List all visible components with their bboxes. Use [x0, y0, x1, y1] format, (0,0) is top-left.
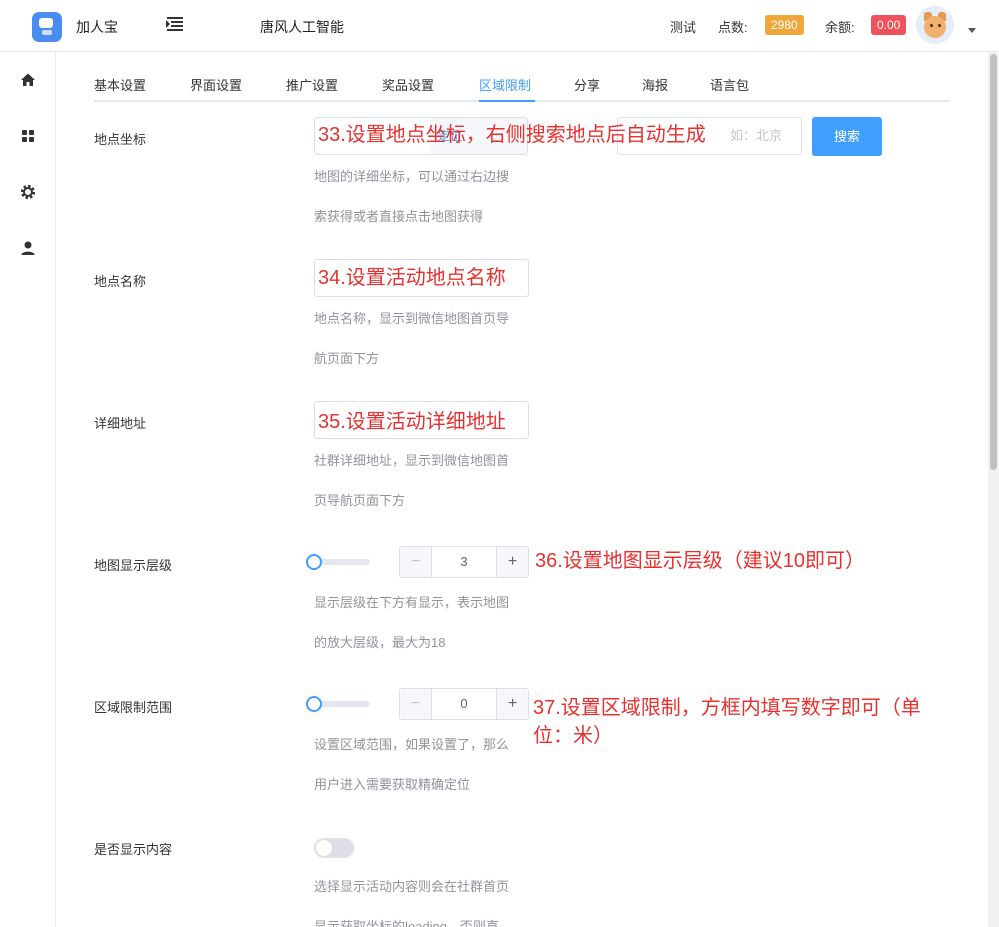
address-label: 详细地址: [94, 416, 147, 431]
map-zoom-value[interactable]: 3: [432, 547, 496, 577]
show-content-helper-line-2: 显示获取坐标的loading，否则直: [314, 919, 499, 927]
tab-poster[interactable]: 海报: [642, 75, 668, 94]
address-helper-line-1: 社群详细地址，显示到微信地图首: [314, 453, 510, 468]
annotation-33: 33.设置地点坐标，右侧搜索地点后自动生成: [318, 124, 706, 146]
company-name: 唐风人工智能: [260, 19, 344, 35]
show-content-toggle[interactable]: [314, 838, 354, 858]
coordinate-helper-line-1: 地图的详细坐标，可以通过右边搜: [314, 169, 510, 184]
area-limit-slider-track[interactable]: [314, 701, 370, 707]
map-zoom-increment-button[interactable]: +: [496, 547, 528, 577]
balance-badge: 0.00: [871, 15, 907, 35]
top-header: 加人宝 唐风人工智能 测试 点数: 2980 余额: 0.00: [0, 0, 999, 52]
tab-prize-settings[interactable]: 奖品设置: [382, 75, 434, 94]
balance-label: 余额:: [825, 20, 855, 35]
tab-language-pack[interactable]: 语言包: [710, 75, 749, 94]
app-name: 加人宝: [76, 19, 118, 35]
coordinate-label: 地点坐标: [94, 132, 147, 147]
tab-area-limit[interactable]: 区域限制: [479, 75, 531, 94]
area-limit-helper-line-1: 设置区域范围，如果设置了，那么: [314, 737, 510, 752]
show-content-label: 是否显示内容: [94, 842, 173, 857]
user-name: 测试: [670, 20, 697, 35]
sidebar: [0, 52, 56, 927]
chevron-down-icon[interactable]: [968, 28, 976, 33]
area-limit-value[interactable]: 0: [432, 689, 496, 719]
menu-toggle-icon[interactable]: [166, 16, 184, 32]
search-button[interactable]: 搜索: [812, 117, 882, 156]
gear-icon[interactable]: [18, 182, 38, 202]
scrollbar-thumb[interactable]: [990, 54, 997, 470]
tab-basic-settings[interactable]: 基本设置: [94, 75, 146, 94]
coordinate-helper-line-2: 索获得或者直接点击地图获得: [314, 209, 484, 224]
area-limit-label: 区域限制范围: [94, 700, 173, 715]
user-icon[interactable]: [18, 238, 38, 258]
area-limit-helper-line-2: 用户进入需要获取精确定位: [314, 777, 471, 792]
area-limit-increment-button[interactable]: +: [496, 689, 528, 719]
tab-share[interactable]: 分享: [574, 75, 600, 94]
app-logo-icon: [32, 12, 62, 42]
page-scrollbar[interactable]: [988, 52, 999, 927]
place-name-helper-line-1: 地点名称，显示到微信地图首页导: [314, 311, 510, 326]
tab-bar: 基本设置 界面设置 推广设置 奖品设置 区域限制 分享 海报 语言包: [94, 70, 949, 102]
points-badge: 2980: [765, 15, 804, 35]
grid-icon[interactable]: [18, 126, 38, 146]
map-zoom-slider-track[interactable]: [314, 559, 370, 565]
map-zoom-decrement-button[interactable]: −: [400, 547, 432, 577]
place-name-helper-line-2: 航页面下方: [314, 351, 380, 366]
annotation-36: 36.设置地图显示层级（建议10即可）: [535, 550, 866, 572]
map-zoom-label: 地图显示层级: [94, 558, 173, 573]
place-name-label: 地点名称: [94, 274, 147, 289]
map-zoom-slider-handle[interactable]: [306, 554, 322, 570]
tab-promotion-settings[interactable]: 推广设置: [286, 75, 338, 94]
address-helper-line-2: 页导航页面下方: [314, 493, 406, 508]
map-zoom-helper-line-2: 的放大层级，最大为18: [314, 635, 446, 650]
area-limit-decrement-button[interactable]: −: [400, 689, 432, 719]
area-limit-stepper: − 0 +: [399, 688, 529, 720]
annotation-37-line-2: 位：米）: [533, 725, 613, 747]
map-zoom-helper-line-1: 显示层级在下方有显示，表示地图: [314, 595, 510, 610]
map-zoom-stepper: − 3 +: [399, 546, 529, 578]
tab-interface-settings[interactable]: 界面设置: [190, 75, 242, 94]
home-icon[interactable]: [18, 70, 38, 90]
points-label: 点数:: [718, 20, 748, 35]
show-content-helper-line-1: 选择显示活动内容则会在社群首页: [314, 879, 510, 894]
area-limit-slider-handle[interactable]: [306, 696, 322, 712]
avatar[interactable]: [916, 6, 954, 44]
active-tab-indicator: [479, 100, 535, 102]
annotation-34: 34.设置活动地点名称: [318, 267, 506, 289]
annotation-37-line-1: 37.设置区域限制，方框内填写数字即可（单: [533, 697, 921, 719]
annotation-35: 35.设置活动详细地址: [318, 411, 506, 433]
